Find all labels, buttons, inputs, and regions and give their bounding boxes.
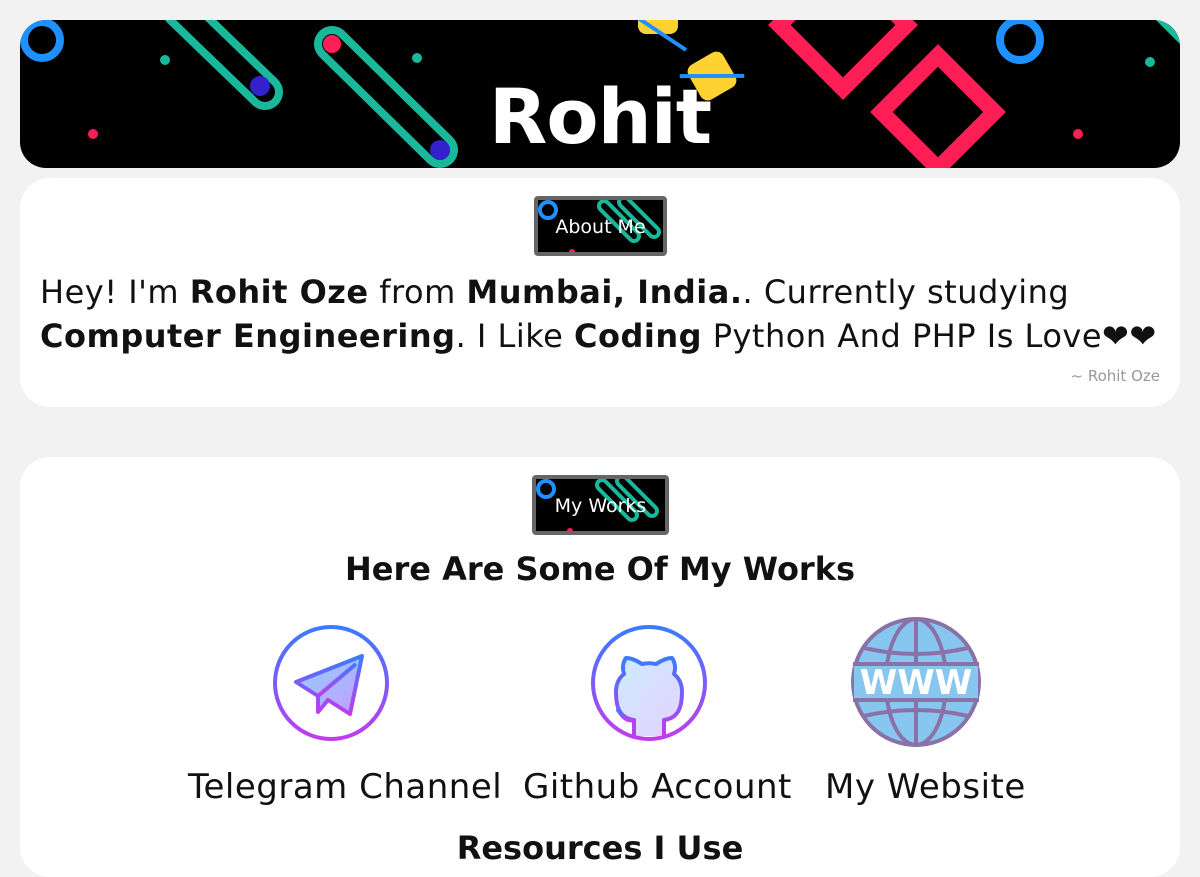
about-paragraph: Hey! I'm Rohit Oze from Mumbai, India.. … [40, 270, 1170, 358]
header-banner: Rohit [20, 20, 1180, 168]
about-badge: About Me [534, 196, 667, 256]
site-title: Rohit [488, 72, 712, 161]
works-badge-label: My Works [554, 495, 647, 517]
works-badge: My Works [532, 475, 669, 535]
about-text-part: from [368, 273, 467, 311]
github-account-label[interactable]: Github Account [523, 767, 792, 807]
telegram-icon[interactable] [272, 624, 390, 742]
www-globe-icon[interactable]: WWW [850, 616, 982, 748]
about-text-part: . Currently studying [742, 273, 1070, 311]
works-heading: Here Are Some Of My Works [344, 550, 856, 588]
about-hobby: Coding [573, 317, 703, 355]
about-text-part: Python And PHP Is Love❤❤ [702, 317, 1157, 355]
github-icon[interactable] [590, 624, 708, 742]
about-text-part: . I Like [455, 317, 574, 355]
my-website-label[interactable]: My Website [825, 767, 1026, 807]
svg-text:WWW: WWW [860, 663, 973, 703]
resources-heading: Resources I Use [456, 829, 744, 867]
about-study: Computer Engineering [40, 317, 456, 355]
about-signature: ~ Rohit Oze [1070, 367, 1161, 385]
works-card: My Works Here Are Some Of My Works Teleg… [20, 457, 1180, 877]
about-card: About Me Hey! I'm Rohit Oze from Mumbai,… [20, 178, 1180, 407]
telegram-channel-label[interactable]: Telegram Channel [188, 767, 502, 807]
about-location: Mumbai, India. [466, 273, 743, 311]
about-name: Rohit Oze [189, 273, 369, 311]
about-badge-label: About Me [555, 216, 646, 238]
about-text-part: Hey! I'm [40, 273, 190, 311]
